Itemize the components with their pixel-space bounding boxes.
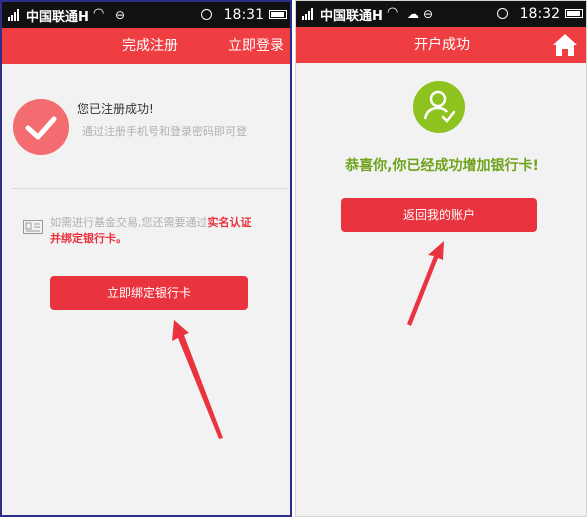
right-phone-screen: 中国联通H ◠ ☁ ⊖ 18:32 开户成功 恭喜你,你已经成功增加银行卡! 返… xyxy=(295,0,587,517)
arrow-annotation-icon xyxy=(407,241,444,326)
arrow-annotation-icon xyxy=(172,320,223,439)
left-phone-screen: 中国联通H ◠ ⊖ 18:31 完成注册 立即登录 您已注册成功! 通过注册手机… xyxy=(0,0,292,517)
